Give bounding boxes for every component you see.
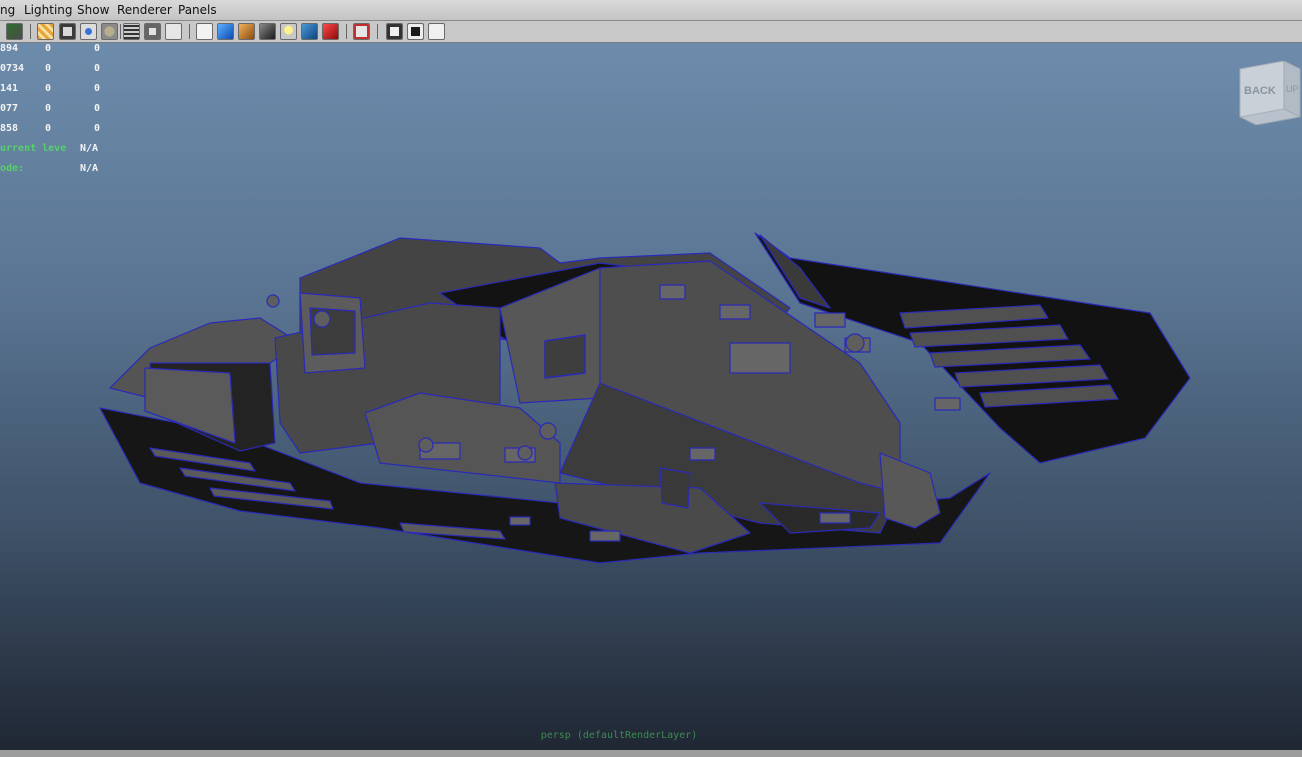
blue-cube-icon[interactable] — [301, 23, 318, 40]
hud-value: 0 — [45, 123, 52, 134]
panel-toolbar — [0, 21, 1302, 43]
isolate-icon[interactable] — [144, 23, 161, 40]
hud-value: 0 — [94, 83, 101, 94]
menu-item-show[interactable]: Show — [77, 3, 109, 17]
menu-bar: ng Lighting Show Renderer Panels — [0, 0, 1302, 21]
turret-dial — [313, 310, 331, 328]
camera-attributes-icon[interactable] — [428, 23, 445, 40]
hud-value: 0 — [94, 63, 101, 74]
grid-icon[interactable] — [37, 23, 54, 40]
panel-bottom-border — [0, 750, 1302, 757]
toolbar-separator — [346, 24, 347, 39]
hud-value: 0 — [45, 103, 52, 114]
hud-value: 0 — [45, 43, 52, 54]
hud-value: 0 — [94, 43, 101, 54]
hud-value: 141 — [0, 83, 19, 94]
menu-item-panels[interactable]: Panels — [178, 3, 217, 17]
toolbar-separator — [30, 24, 31, 39]
view-cube-back-label: BACK — [1244, 85, 1276, 97]
textured-cube-icon[interactable] — [238, 23, 255, 40]
hud-value: 0 — [45, 63, 52, 74]
texture-icon[interactable] — [165, 23, 182, 40]
hud-value: 858 — [0, 123, 19, 134]
small-dial — [266, 294, 280, 308]
hud-label: ode: — [0, 163, 25, 174]
toolbar-separator — [377, 24, 378, 39]
xray-joints-icon[interactable] — [407, 23, 424, 40]
spaceship-model[interactable] — [0, 43, 1302, 750]
resolution-gate-icon[interactable] — [80, 23, 97, 40]
view-cube-up-label: UP — [1286, 84, 1299, 94]
viewport-3d[interactable]: 894 0 0 0734 0 0 141 0 0 077 0 0 858 0 0… — [0, 43, 1302, 750]
fin-dial — [845, 333, 865, 353]
hud-value: 0 — [94, 123, 101, 134]
bay-dial-3 — [517, 445, 533, 461]
toolbar-separator — [120, 24, 121, 39]
smooth-shade-icon[interactable] — [101, 23, 118, 40]
cargo-bay — [364, 392, 561, 484]
bay-dial-2 — [418, 437, 434, 453]
center-hatch — [544, 334, 586, 379]
xray-icon[interactable] — [386, 23, 403, 40]
hud-value: 0 — [94, 103, 101, 114]
film-gate-icon[interactable] — [59, 23, 76, 40]
camera-icon[interactable] — [6, 23, 23, 40]
hud-value: 0 — [45, 83, 52, 94]
hud-value: 894 — [0, 43, 19, 54]
shaded-cube-icon[interactable] — [217, 23, 234, 40]
hud-value: 077 — [0, 103, 19, 114]
engine-pod — [879, 452, 941, 529]
shadows-icon[interactable] — [259, 23, 276, 40]
hud-value: 0734 — [0, 63, 25, 74]
hud-value: N/A — [80, 143, 99, 154]
wireframe-cube-icon[interactable] — [196, 23, 213, 40]
bay-dial — [539, 422, 557, 440]
menu-item-shading[interactable]: ng — [0, 3, 15, 17]
view-cube[interactable]: BACK UP — [1234, 61, 1302, 125]
menu-item-renderer[interactable]: Renderer — [117, 3, 172, 17]
menu-item-lighting[interactable]: Lighting — [24, 3, 73, 17]
frame-selection-icon[interactable] — [353, 23, 370, 40]
aft-hatch — [659, 467, 691, 509]
red-cube-icon[interactable] — [322, 23, 339, 40]
toolbar-separator — [189, 24, 190, 39]
light-bulb-icon[interactable] — [280, 23, 297, 40]
camera-layer-label: persp (defaultRenderLayer) — [540, 730, 698, 741]
wireframe-icon[interactable] — [123, 23, 140, 40]
hud-label: urrent leve — [0, 143, 67, 154]
hud-value: N/A — [80, 163, 99, 174]
